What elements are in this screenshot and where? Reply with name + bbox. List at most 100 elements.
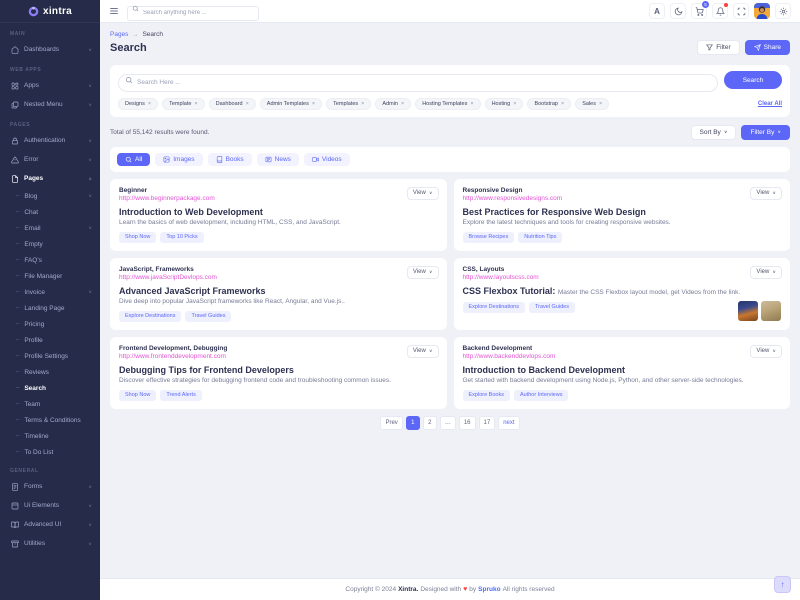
result-badge[interactable]: Author Interviews [514, 390, 569, 401]
tag-sales[interactable]: Sales× [575, 98, 609, 110]
pagination-prev[interactable]: Prev [380, 416, 402, 430]
sidebar-item-file-manager[interactable]: File Manager [0, 268, 100, 284]
tab-all[interactable]: All [117, 153, 150, 166]
sidebar-item-to-do-list[interactable]: To Do List [0, 444, 100, 460]
result-badge[interactable]: Trend Alerts [160, 390, 201, 401]
result-badge[interactable]: Travel Guides [529, 302, 575, 313]
filter-button[interactable]: Filter [697, 40, 739, 55]
pagination-page-2[interactable]: 2 [423, 416, 437, 430]
result-title[interactable]: Debugging Tips for Frontend Developers [119, 365, 438, 375]
filter-by-button[interactable]: Filter By ∨ [741, 125, 790, 140]
sidebar-item-pricing[interactable]: Pricing [0, 316, 100, 332]
cart-icon[interactable]: 5 [691, 3, 707, 19]
view-dropdown-button[interactable]: View∨ [750, 187, 782, 200]
remove-tag-icon[interactable]: × [194, 101, 197, 107]
remove-tag-icon[interactable]: × [401, 101, 404, 107]
clear-all-link[interactable]: Clear All [758, 101, 782, 107]
pagination-page-1[interactable]: 1 [406, 416, 420, 430]
notifications-icon[interactable] [712, 3, 728, 19]
breadcrumb-parent[interactable]: Pages [110, 31, 128, 38]
remove-tag-icon[interactable]: × [513, 101, 516, 107]
video-thumbnail-image[interactable] [761, 301, 781, 321]
result-badge[interactable]: Explore Books [463, 390, 510, 401]
view-dropdown-button[interactable]: View∨ [407, 345, 439, 358]
brand-logo[interactable]: xintra [0, 0, 100, 23]
sidebar-item-apps[interactable]: Apps ∨ [0, 76, 100, 95]
result-badge[interactable]: Shop Now [119, 390, 156, 401]
result-url[interactable]: http://www.beginnerpackage.com [119, 195, 438, 202]
sidebar-item-terms-conditions[interactable]: Terms & Conditions [0, 412, 100, 428]
sidebar-item-authentication[interactable]: Authentication ∨ [0, 131, 100, 150]
sort-by-button[interactable]: Sort By ∨ [691, 125, 737, 140]
result-url[interactable]: http://www.javaScriptDevlops.com [119, 274, 438, 281]
result-badge[interactable]: Browse Recipes [463, 232, 515, 243]
sidebar-item-nested-menu[interactable]: Nested Menu ∨ [0, 95, 100, 114]
remove-tag-icon[interactable]: × [470, 101, 473, 107]
result-title[interactable]: Introduction to Web Development [119, 207, 438, 217]
tag-hosting[interactable]: Hosting× [485, 98, 524, 110]
result-url[interactable]: http://www.frontenddevelopment.com [119, 353, 438, 360]
sidebar-item-chat[interactable]: Chat [0, 204, 100, 220]
tag-admin[interactable]: Admin× [375, 98, 411, 110]
tag-hosting-templates[interactable]: Hosting Templates× [415, 98, 480, 110]
result-badge[interactable]: Explore Destinations [463, 302, 525, 313]
language-icon[interactable]: A [649, 3, 665, 19]
sidebar-item-profile[interactable]: Profile [0, 332, 100, 348]
result-url[interactable]: http://www.layoutscss.com [463, 274, 782, 281]
settings-gear-icon[interactable] [775, 3, 791, 19]
result-title[interactable]: Best Practices for Responsive Web Design [463, 207, 782, 217]
remove-tag-icon[interactable]: × [246, 101, 249, 107]
sidebar-item-pages[interactable]: Pages ∧ [0, 169, 100, 188]
sidebar-item-error[interactable]: Error ∨ [0, 150, 100, 169]
result-title[interactable]: CSS Flexbox Tutorial: [463, 286, 556, 296]
sidebar-item-search[interactable]: Search [0, 380, 100, 396]
sidebar-item-landing-page[interactable]: Landing Page [0, 300, 100, 316]
sidebar-item-reviews[interactable]: Reviews [0, 364, 100, 380]
results-search-input[interactable] [118, 74, 718, 92]
result-badge[interactable]: Explore Destinations [119, 311, 181, 322]
pagination-next[interactable]: next [498, 416, 519, 430]
view-dropdown-button[interactable]: View∨ [750, 266, 782, 279]
remove-tag-icon[interactable]: × [148, 101, 151, 107]
video-thumbnail-image[interactable] [738, 301, 758, 321]
view-dropdown-button[interactable]: View∨ [407, 266, 439, 279]
tag-template[interactable]: Template× [162, 98, 205, 110]
remove-tag-icon[interactable]: × [561, 101, 564, 107]
global-search-input[interactable] [127, 6, 259, 21]
dark-mode-icon[interactable] [670, 3, 686, 19]
sidebar-item-team[interactable]: Team [0, 396, 100, 412]
pagination-page-17[interactable]: 17 [479, 416, 496, 430]
pagination-ellipsis[interactable]: … [440, 416, 456, 430]
tab-books[interactable]: Books [208, 153, 252, 166]
result-title[interactable]: Introduction to Backend Development [463, 365, 782, 375]
sidebar-item-email[interactable]: Email∨ [0, 220, 100, 236]
result-badge[interactable]: Travel Guides [185, 311, 231, 322]
remove-tag-icon[interactable]: × [312, 101, 315, 107]
tag-bootstrap[interactable]: Bootstrap× [527, 98, 571, 110]
tag-dashboard[interactable]: Dashboard× [209, 98, 256, 110]
result-badge[interactable]: Top 10 Picks [160, 232, 203, 243]
sidebar-item-blog[interactable]: Blog∨ [0, 188, 100, 204]
sidebar-item-empty[interactable]: Empty [0, 236, 100, 252]
tag-templates[interactable]: Templates× [326, 98, 371, 110]
sidebar-item-faqs[interactable]: FAQ's [0, 252, 100, 268]
search-submit-button[interactable]: Search [724, 71, 782, 89]
footer-designer-link[interactable]: Spruko [478, 586, 500, 593]
fullscreen-icon[interactable] [733, 3, 749, 19]
pagination-page-16[interactable]: 16 [459, 416, 476, 430]
tab-news[interactable]: News [257, 153, 299, 166]
result-url[interactable]: http://www.backenddevlops.com [463, 353, 782, 360]
tag-designs[interactable]: Designs× [118, 98, 158, 110]
sidebar-item-forms[interactable]: Forms ∨ [0, 477, 100, 496]
result-badge[interactable]: Shop Now [119, 232, 156, 243]
tab-images[interactable]: Images [155, 153, 202, 166]
view-dropdown-button[interactable]: View∨ [407, 187, 439, 200]
result-title[interactable]: Advanced JavaScript Frameworks [119, 286, 438, 296]
menu-toggle-icon[interactable] [109, 6, 119, 16]
remove-tag-icon[interactable]: × [599, 101, 602, 107]
result-url[interactable]: http://www.responsivedesigns.com [463, 195, 782, 202]
sidebar-item-utilities[interactable]: Utilities ∨ [0, 534, 100, 553]
tab-videos[interactable]: Videos [304, 153, 350, 166]
sidebar-item-profile-settings[interactable]: Profile Settings [0, 348, 100, 364]
user-avatar[interactable] [754, 3, 770, 19]
